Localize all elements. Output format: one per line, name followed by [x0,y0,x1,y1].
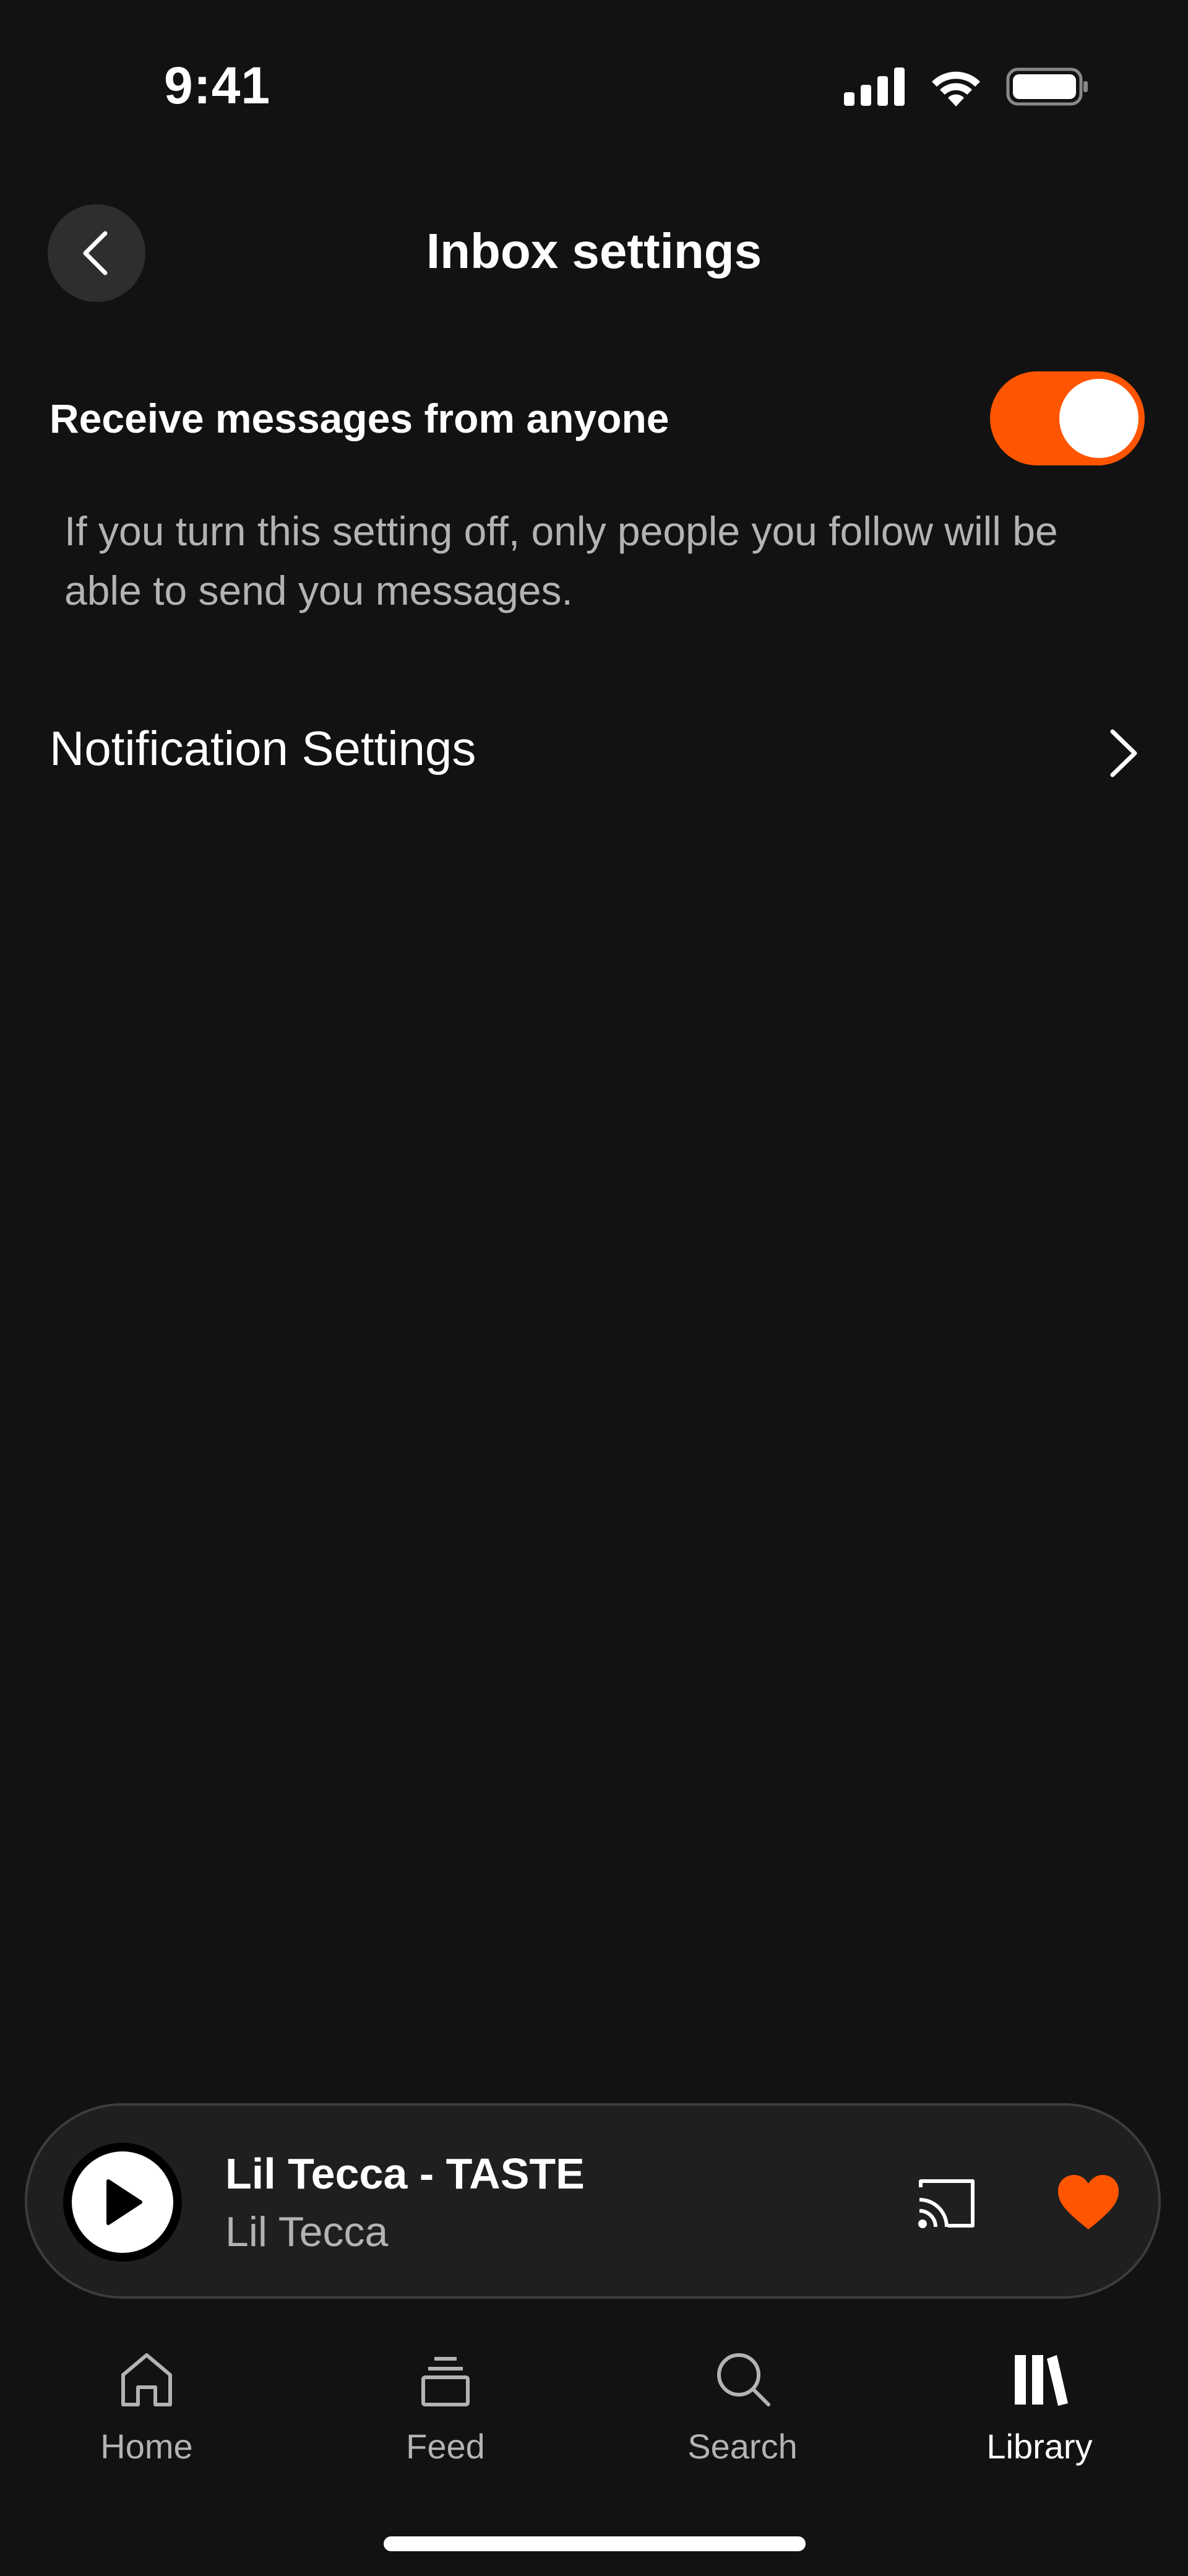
status-bar: 9:41 [0,0,1188,173]
track-title: Lil Tecca - TASTE [225,2150,585,2198]
tab-bar: Home Feed Search Library [0,2340,1188,2488]
play-button[interactable] [63,2143,182,2262]
tab-home[interactable]: Home [54,2340,239,2488]
tab-search[interactable]: Search [650,2340,835,2488]
toggle-knob [1059,379,1138,458]
wifi-icon [932,71,980,106]
tab-search-label: Search [687,2427,798,2466]
tab-home-label: Home [100,2427,193,2466]
notification-settings-row[interactable]: Notification Settings [50,712,1145,792]
tab-feed-label: Feed [406,2427,485,2466]
header: Inbox settings [0,204,1188,303]
receive-messages-description: If you turn this setting off, only peopl… [64,508,1058,613]
track-artist: Lil Tecca [225,2208,389,2255]
tab-library-label: Library [986,2427,1093,2466]
heart-icon[interactable] [1054,2171,1122,2233]
feed-icon [421,2357,470,2406]
page-title: Inbox settings [426,223,762,279]
chevron-right-icon [1110,729,1137,777]
search-icon [717,2353,770,2406]
home-indicator [384,2536,806,2551]
receive-messages-label: Receive messages from anyone [50,395,669,441]
tab-feed[interactable]: Feed [353,2340,538,2488]
receive-messages-row: Receive messages from anyone [50,371,1145,467]
cellular-signal-icon [844,67,905,106]
library-icon [1015,2355,1068,2406]
status-time: 9:41 [164,56,271,115]
mini-player[interactable]: Lil Tecca - TASTE Lil Tecca [25,2103,1161,2299]
notification-settings-label: Notification Settings [50,721,476,776]
tab-library[interactable]: Library [947,2340,1132,2488]
home-icon [121,2353,172,2406]
status-icons [844,62,1089,111]
play-icon [106,2179,142,2225]
receive-messages-toggle[interactable] [990,371,1145,465]
battery-icon [1006,67,1088,106]
play-button-inner [72,2151,173,2253]
cast-icon[interactable] [912,2172,980,2234]
